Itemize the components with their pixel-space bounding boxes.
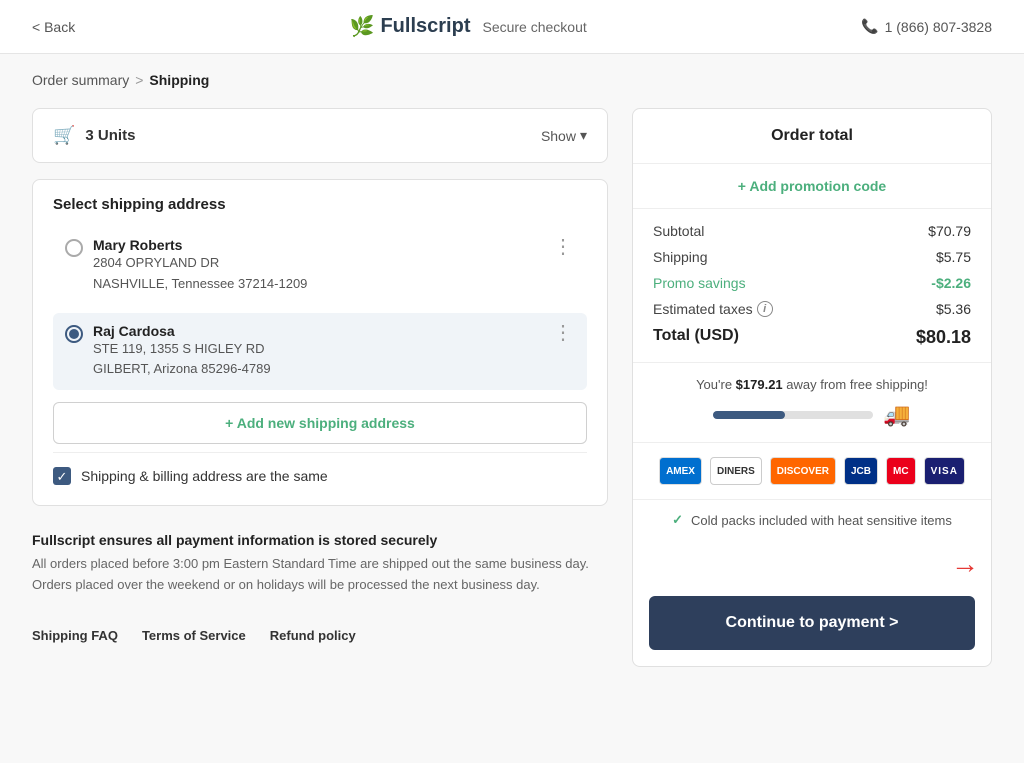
logo-icon: 🌿	[350, 14, 375, 39]
logo-area: 🌿 Fullscript Secure checkout	[350, 14, 587, 39]
footer-links: Shipping FAQ Terms of Service Refund pol…	[32, 612, 608, 643]
shipping-bar-fill	[713, 411, 785, 419]
breadcrumb: Order summary > Shipping	[0, 54, 1024, 98]
cold-packs-check-icon: ✓	[672, 512, 683, 528]
address-option-1[interactable]: Mary Roberts 2804 OPRYLAND DR NASHVILLE,…	[53, 227, 587, 305]
phone-number: 1 (866) 807-3828	[885, 19, 992, 35]
address-1-more-button[interactable]: ⋮	[551, 237, 575, 257]
back-link[interactable]: < Back	[32, 19, 75, 35]
promo-savings-label: Promo savings	[653, 275, 746, 291]
free-shipping-text: You're $179.21 away from free shipping!	[653, 377, 971, 392]
shipping-label: Shipping	[653, 249, 708, 265]
main-layout: 🛒 3 Units Show ▾ Select shipping address…	[0, 98, 1024, 699]
security-title: Fullscript ensures all payment informati…	[32, 532, 608, 548]
address-1-details: Mary Roberts 2804 OPRYLAND DR NASHVILLE,…	[93, 237, 307, 295]
mastercard-badge: MC	[886, 457, 916, 485]
shipping-section-title: Select shipping address	[53, 196, 587, 213]
logo-text: Fullscript	[380, 15, 470, 38]
address-1-line1: 2804 OPRYLAND DR	[93, 253, 307, 274]
address-2-name: Raj Cardosa	[93, 323, 271, 339]
address-option-2[interactable]: Raj Cardosa STE 119, 1355 S HIGLEY RD GI…	[53, 313, 587, 391]
shipping-faq-link[interactable]: Shipping FAQ	[32, 628, 118, 643]
phone-icon: 📞	[861, 18, 878, 35]
free-shipping-amount: $179.21	[736, 377, 783, 392]
order-total-card: Order total + Add promotion code Subtota…	[632, 108, 992, 667]
address-2-line2: GILBERT, Arizona 85296-4789	[93, 359, 271, 380]
refund-link[interactable]: Refund policy	[270, 628, 356, 643]
same-address-row: ✓ Shipping & billing address are the sam…	[53, 452, 587, 489]
show-button[interactable]: Show ▾	[541, 127, 587, 144]
breadcrumb-current: Shipping	[149, 72, 209, 88]
cold-packs-label: Cold packs included with heat sensitive …	[691, 513, 952, 528]
price-row-promo: Promo savings -$2.26	[653, 275, 971, 291]
price-rows: Subtotal $70.79 Shipping $5.75 Promo sav…	[633, 209, 991, 363]
units-label: 3 Units	[85, 127, 135, 144]
total-value: $80.18	[916, 327, 971, 348]
radio-2[interactable]	[65, 325, 83, 343]
free-shipping-section: You're $179.21 away from free shipping! …	[633, 363, 991, 443]
address-option-1-left: Mary Roberts 2804 OPRYLAND DR NASHVILLE,…	[65, 237, 307, 295]
subtotal-label: Subtotal	[653, 223, 704, 239]
visa-badge: VISA	[924, 457, 965, 485]
units-card: 🛒 3 Units Show ▾	[32, 108, 608, 163]
payment-icons: AMEX DINERS DISCOVER JCB MC VISA	[633, 443, 991, 500]
address-2-line1: STE 119, 1355 S HIGLEY RD	[93, 339, 271, 360]
address-2-more-button[interactable]: ⋮	[551, 323, 575, 343]
order-total-title: Order total	[653, 127, 971, 145]
logo: 🌿 Fullscript	[350, 14, 471, 39]
phone-area: 📞 1 (866) 807-3828	[861, 18, 992, 35]
radio-2-inner	[69, 329, 79, 339]
price-row-taxes: Estimated taxes i $5.36	[653, 301, 971, 317]
price-row-total: Total (USD) $80.18	[653, 327, 971, 348]
left-column: 🛒 3 Units Show ▾ Select shipping address…	[32, 108, 608, 667]
address-1-name: Mary Roberts	[93, 237, 307, 253]
secure-label: Secure checkout	[482, 19, 586, 35]
discover-badge: DISCOVER	[770, 457, 836, 485]
truck-icon: 🚚	[883, 402, 910, 428]
shipping-value: $5.75	[936, 249, 971, 265]
show-label: Show	[541, 128, 576, 144]
top-bar: < Back 🌿 Fullscript Secure checkout 📞 1 …	[0, 0, 1024, 54]
promo-savings-value: -$2.26	[931, 275, 971, 291]
promo-row: + Add promotion code	[633, 164, 991, 209]
taxes-value: $5.36	[936, 301, 971, 317]
cart-icon: 🛒	[53, 125, 75, 146]
address-2-details: Raj Cardosa STE 119, 1355 S HIGLEY RD GI…	[93, 323, 271, 381]
shipping-bar-track	[713, 411, 873, 419]
units-label-area: 🛒 3 Units	[53, 125, 135, 146]
add-promo-link[interactable]: + Add promotion code	[738, 178, 886, 194]
cold-packs-row: ✓ Cold packs included with heat sensitiv…	[633, 500, 991, 540]
terms-link[interactable]: Terms of Service	[142, 628, 246, 643]
shipping-bar-container: 🚚	[653, 402, 971, 428]
right-column: Order total + Add promotion code Subtota…	[632, 108, 992, 667]
radio-1[interactable]	[65, 239, 83, 257]
arrow-right-icon: →	[951, 548, 979, 580]
total-label: Total (USD)	[653, 327, 739, 348]
order-total-header: Order total	[633, 109, 991, 164]
same-address-label: Shipping & billing address are the same	[81, 468, 328, 484]
info-icon: i	[757, 301, 773, 317]
diners-badge: DINERS	[710, 457, 762, 485]
taxes-label: Estimated taxes i	[653, 301, 773, 317]
check-mark-icon: ✓	[57, 470, 68, 483]
same-address-checkbox[interactable]: ✓	[53, 467, 71, 485]
amex-badge: AMEX	[659, 457, 702, 485]
address-1-line2: NASHVILLE, Tennessee 37214-1209	[93, 274, 307, 295]
shipping-address-card: Select shipping address Mary Roberts 280…	[32, 179, 608, 506]
breadcrumb-order-summary[interactable]: Order summary	[32, 72, 129, 88]
back-link-container[interactable]: < Back	[32, 19, 75, 35]
subtotal-value: $70.79	[928, 223, 971, 239]
jcb-badge: JCB	[844, 457, 878, 485]
breadcrumb-chevron: >	[135, 72, 143, 88]
security-section: Fullscript ensures all payment informati…	[32, 522, 608, 596]
add-address-button[interactable]: + Add new shipping address	[53, 402, 587, 444]
address-option-2-left: Raj Cardosa STE 119, 1355 S HIGLEY RD GI…	[65, 323, 271, 381]
security-text: All orders placed before 3:00 pm Eastern…	[32, 554, 608, 596]
chevron-down-icon: ▾	[580, 127, 587, 144]
units-bar: 🛒 3 Units Show ▾	[53, 125, 587, 146]
price-row-subtotal: Subtotal $70.79	[653, 223, 971, 239]
price-row-shipping: Shipping $5.75	[653, 249, 971, 265]
continue-to-payment-button[interactable]: Continue to payment >	[649, 596, 975, 650]
